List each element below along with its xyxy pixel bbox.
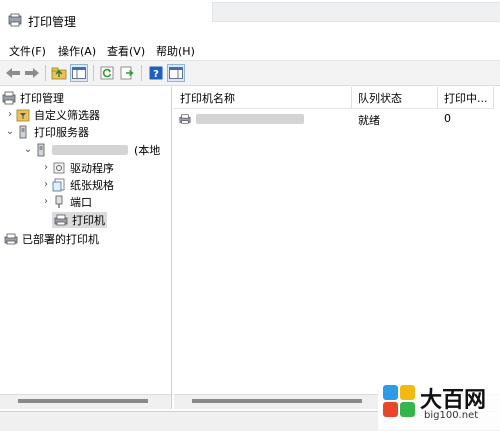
expand-chevron-icon[interactable]: › xyxy=(40,179,52,190)
title-bar-redacted-area xyxy=(212,2,500,22)
printer-list-pane: 打印机名称 队列状态 打印中... 就绪 0 xyxy=(174,87,500,409)
tree-label: 打印管理 xyxy=(20,91,64,105)
forward-arrow-icon xyxy=(25,68,39,78)
tree-label: 已部署的打印机 xyxy=(22,232,99,246)
up-folder-icon xyxy=(51,67,67,80)
tree-item-drivers[interactable]: › 驱动程序 xyxy=(40,159,114,176)
tree-horizontal-scrollbar[interactable] xyxy=(0,394,171,409)
menu-action[interactable]: 操作(A) xyxy=(58,43,96,59)
server-icon xyxy=(37,143,45,156)
expand-chevron-icon[interactable]: › xyxy=(4,109,16,120)
server-icon xyxy=(19,125,27,138)
back-arrow-icon xyxy=(6,68,20,78)
jobs-count-cell: 0 xyxy=(444,112,451,125)
tree-item-custom-filters[interactable]: › 自定义筛选器 xyxy=(4,106,100,123)
printer-icon xyxy=(179,114,191,124)
menu-bar: 文件(F) 操作(A) 查看(V) 帮助(H) xyxy=(0,40,500,60)
menu-view[interactable]: 查看(V) xyxy=(107,43,145,59)
tree-item-forms[interactable]: › 纸张规格 xyxy=(40,176,114,193)
tree-item-print-management[interactable]: 打印管理 xyxy=(2,89,64,106)
print-management-icon xyxy=(2,91,16,104)
tree-label: 打印服务器 xyxy=(34,125,89,139)
scrollbar-thumb[interactable] xyxy=(192,399,362,403)
collapse-chevron-icon[interactable]: ⌄ xyxy=(22,144,34,155)
show-hide-tree-icon xyxy=(72,67,86,79)
selected-highlight: 打印机 xyxy=(52,211,107,228)
watermark-url: big100.net xyxy=(424,410,479,421)
action-pane-icon xyxy=(169,67,183,79)
port-icon xyxy=(55,195,63,208)
tree-label: 纸张规格 xyxy=(70,178,114,192)
toolbar: ? xyxy=(0,60,500,86)
tree-label: 打印机 xyxy=(72,213,105,227)
forward-button[interactable] xyxy=(23,64,41,82)
window-title: 打印管理 xyxy=(28,15,77,29)
expand-chevron-icon[interactable]: › xyxy=(40,196,52,207)
refresh-icon xyxy=(100,66,114,80)
tree-label: 驱动程序 xyxy=(70,161,114,175)
tree-label: 端口 xyxy=(70,195,92,209)
back-button[interactable] xyxy=(4,64,22,82)
redacted-printer-name xyxy=(196,114,304,124)
export-list-icon xyxy=(120,66,134,80)
menu-file[interactable]: 文件(F) xyxy=(9,43,46,59)
tree-item-deployed-printers[interactable]: 已部署的打印机 xyxy=(4,230,99,247)
scrollbar-thumb[interactable] xyxy=(18,399,148,403)
driver-icon xyxy=(53,162,65,173)
redacted-server-name xyxy=(52,144,128,155)
help-button[interactable]: ? xyxy=(147,64,165,82)
printer-icon xyxy=(54,214,68,225)
show-hide-action-pane-button[interactable] xyxy=(167,64,185,82)
help-icon: ? xyxy=(149,66,163,80)
svg-text:?: ? xyxy=(153,69,159,80)
tree-item-print-servers[interactable]: ⌄ 打印服务器 xyxy=(4,123,89,140)
forms-icon xyxy=(52,178,65,191)
column-header-queue-status[interactable]: 队列状态 xyxy=(352,87,438,109)
console-tree: 打印管理 › 自定义筛选器 ⌄ 打印服务器 ⌄ (本地 › 驱动程序 › 纸张规… xyxy=(0,87,172,409)
show-hide-console-tree-button[interactable] xyxy=(70,64,88,82)
refresh-button[interactable] xyxy=(98,64,116,82)
tree-label: 自定义筛选器 xyxy=(34,108,100,122)
print-management-icon xyxy=(8,13,22,27)
queue-status-cell: 就绪 xyxy=(358,114,380,127)
filter-folder-icon xyxy=(16,109,30,121)
toolbar-separator xyxy=(45,65,46,81)
table-row[interactable]: 就绪 0 xyxy=(174,109,500,127)
menu-help[interactable]: 帮助(H) xyxy=(156,43,195,59)
tree-item-printers[interactable]: 打印机 xyxy=(52,211,107,228)
column-header-printer-name[interactable]: 打印机名称 xyxy=(174,87,352,109)
toolbar-separator xyxy=(93,65,94,81)
watermark: 大百网 big100.net xyxy=(378,378,500,430)
title-bar: 打印管理 xyxy=(0,0,500,40)
brand-logo-icon xyxy=(383,385,415,417)
tree-label: (本地 xyxy=(134,143,161,157)
expand-chevron-icon[interactable]: › xyxy=(40,162,52,173)
column-header-jobs-in-queue[interactable]: 打印中... xyxy=(438,87,494,109)
tree-item-ports[interactable]: › 端口 xyxy=(40,193,92,210)
collapse-chevron-icon[interactable]: ⌄ xyxy=(4,126,16,137)
export-list-button[interactable] xyxy=(118,64,136,82)
printer-icon xyxy=(4,233,18,244)
up-level-button[interactable] xyxy=(50,64,68,82)
tree-item-local-server[interactable]: ⌄ (本地 xyxy=(22,141,160,158)
toolbar-separator xyxy=(141,65,142,81)
